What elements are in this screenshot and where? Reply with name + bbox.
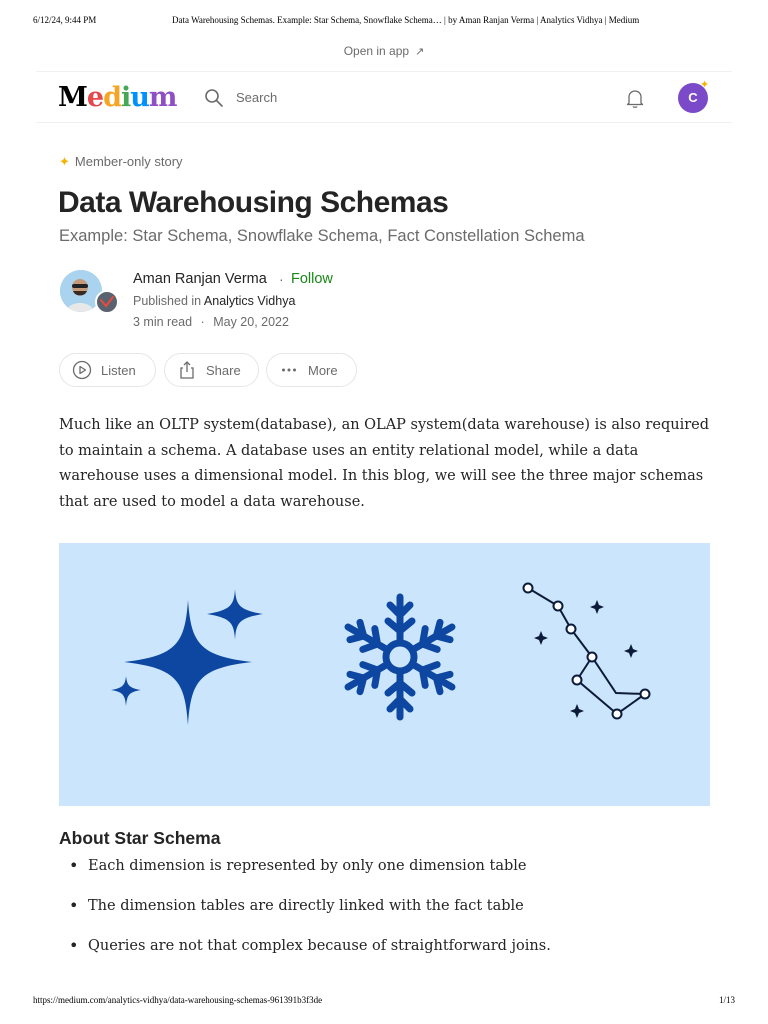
publication-link[interactable]: Analytics Vidhya bbox=[204, 294, 296, 308]
more-button[interactable]: More bbox=[266, 353, 357, 387]
section-heading: About Star Schema bbox=[59, 828, 221, 848]
share-icon bbox=[180, 361, 194, 379]
print-title: Data Warehousing Schemas. Example: Star … bbox=[172, 15, 640, 25]
meta-separator: · bbox=[200, 315, 205, 329]
member-star-icon: ✦ bbox=[59, 154, 70, 169]
follow-button[interactable]: Follow bbox=[291, 271, 333, 287]
page-number: 1/13 bbox=[718, 995, 735, 1005]
intro-paragraph: Much like an OLTP system(database), an O… bbox=[59, 417, 710, 510]
list-item: Each dimension is represented by only on… bbox=[59, 854, 709, 894]
share-button[interactable]: Share bbox=[164, 353, 259, 387]
list-item: The dimension tables are directly linked… bbox=[59, 894, 709, 934]
member-label: Member-only story bbox=[74, 154, 183, 169]
analytics-vidhya-logo-icon bbox=[100, 296, 114, 308]
search-icon[interactable] bbox=[204, 88, 224, 108]
top-navigation-bar: Medium Search C ✦ bbox=[36, 71, 732, 123]
separator-dot: · bbox=[279, 271, 284, 287]
publication-avatar[interactable] bbox=[95, 290, 119, 314]
play-icon bbox=[72, 360, 92, 380]
avatar-initial: C bbox=[688, 90, 698, 105]
arrow-up-right-icon: ↗ bbox=[415, 46, 425, 58]
snowflake-icon bbox=[342, 593, 458, 717]
listen-button[interactable]: Listen bbox=[59, 353, 156, 387]
author-name-link[interactable]: Aman Ranjan Verma bbox=[133, 271, 267, 287]
read-time: 3 min read bbox=[133, 315, 193, 329]
list-item: Queries are not that complex because of … bbox=[59, 934, 709, 974]
medium-logo[interactable]: Medium bbox=[58, 82, 177, 114]
article-meta: 3 min read · May 20, 2022 bbox=[133, 315, 289, 329]
listen-label: Listen bbox=[101, 362, 136, 378]
sparkle-icon: ✦ bbox=[700, 79, 710, 91]
print-header: 6/12/24, 9:44 PM Data Warehousing Schema… bbox=[0, 15, 768, 29]
published-prefix: Published in bbox=[133, 294, 202, 308]
article-subtitle: Example: Star Schema, Snowflake Schema, … bbox=[59, 227, 585, 245]
open-in-app-label: Open in app bbox=[343, 44, 410, 58]
publish-date: May 20, 2022 bbox=[213, 315, 289, 329]
more-label: More bbox=[308, 362, 338, 378]
star-sparkle-icon bbox=[111, 589, 263, 725]
hero-image bbox=[59, 543, 710, 806]
share-label: Share bbox=[206, 362, 241, 378]
print-date: 6/12/24, 9:44 PM bbox=[33, 15, 97, 25]
bell-icon[interactable] bbox=[624, 87, 646, 109]
bullet-list: Each dimension is represented by only on… bbox=[59, 854, 709, 974]
published-in: Published in Analytics Vidhya bbox=[133, 294, 295, 308]
print-url: https://medium.com/analytics-vidhya/data… bbox=[33, 995, 323, 1005]
logo-text: Medium bbox=[58, 82, 177, 113]
more-dots-icon bbox=[282, 368, 296, 372]
constellation-icon bbox=[522, 582, 651, 720]
article-title: Data Warehousing Schemas bbox=[58, 186, 449, 219]
open-in-app-link[interactable]: Open in app ↗ bbox=[0, 44, 768, 58]
search-input[interactable]: Search bbox=[236, 90, 277, 105]
member-only-badge: ✦ Member-only story bbox=[59, 154, 183, 170]
